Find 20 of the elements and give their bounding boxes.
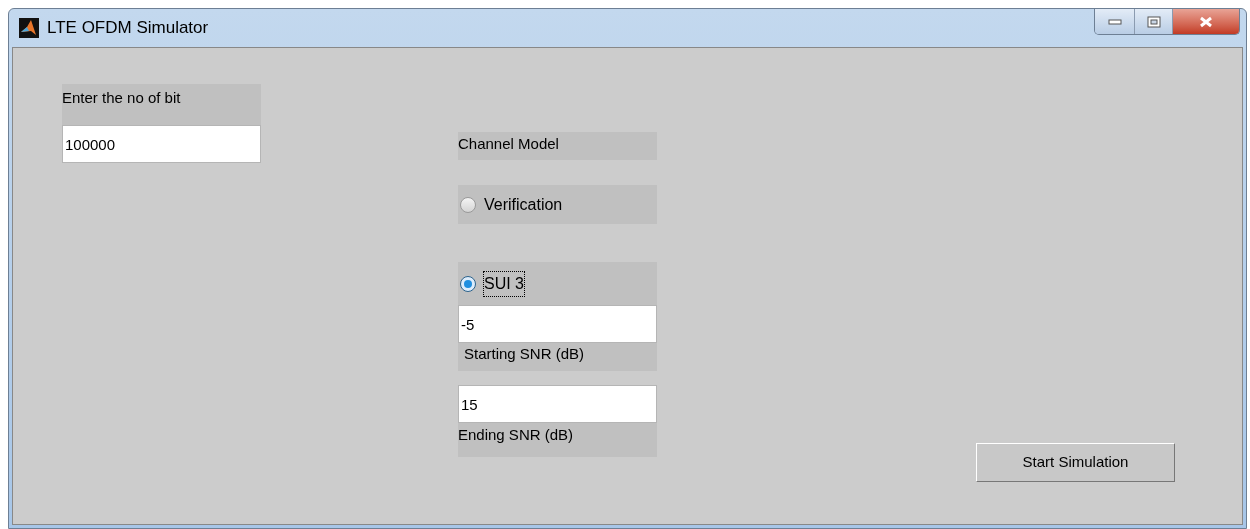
- input-field[interactable]: 100000: [62, 125, 261, 163]
- start-simulation-button[interactable]: Start Simulation: [976, 443, 1175, 482]
- radio-button[interactable]: [460, 275, 476, 292]
- window-title: LTE OFDM Simulator: [47, 17, 209, 40]
- input-field[interactable]: -5: [458, 305, 657, 343]
- maximize-button[interactable]: [1135, 9, 1173, 34]
- close-icon: [1198, 15, 1214, 28]
- input-field[interactable]: 15: [458, 385, 657, 423]
- minimize-button[interactable]: [1095, 9, 1135, 34]
- section-label: Channel Model: [458, 132, 657, 160]
- minimize-icon: [1107, 18, 1122, 25]
- close-button[interactable]: [1173, 9, 1239, 34]
- maximize-icon: [1146, 15, 1161, 28]
- radio-button[interactable]: [460, 196, 476, 213]
- field-label: Enter the no of bit: [62, 84, 261, 125]
- radio-option[interactable]: SUI 3: [458, 262, 657, 305]
- radio-option[interactable]: Verification: [458, 185, 657, 224]
- field-label: Starting SNR (dB): [458, 343, 657, 371]
- app-logo-icon: [19, 18, 39, 38]
- field-label: Ending SNR (dB): [458, 423, 657, 457]
